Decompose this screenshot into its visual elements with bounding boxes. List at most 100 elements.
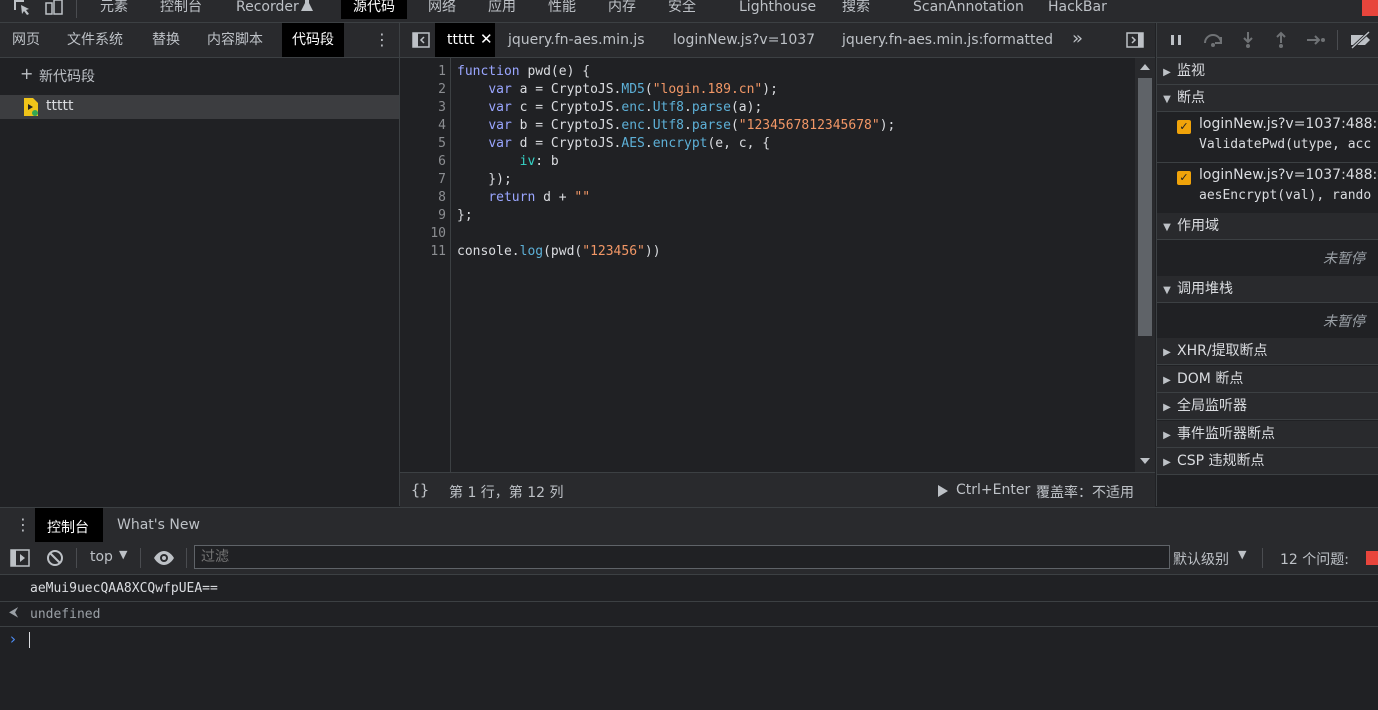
- console-result-row: ⮜ undefined: [0, 602, 1378, 627]
- deactivate-breakpoints-icon[interactable]: [1349, 30, 1373, 50]
- show-sidebar-icon[interactable]: [10, 549, 30, 567]
- editor-tab-jquery-aes-formatted[interactable]: jquery.fn-aes.min.js:formatted: [842, 23, 1053, 57]
- line-number: 1: [438, 64, 446, 79]
- console-result-text: undefined: [30, 607, 101, 622]
- tab-performance[interactable]: 性能: [548, 0, 576, 19]
- tab-application[interactable]: 应用: [488, 0, 516, 19]
- code-line-2: var a = CryptoJS.MD5("login.189.cn");: [488, 82, 778, 97]
- breakpoint-checkbox[interactable]: ✓: [1177, 120, 1191, 134]
- section-scope[interactable]: ▼ 作用域: [1157, 213, 1378, 240]
- tab-scan-annotation[interactable]: ScanAnnotation: [913, 0, 1024, 19]
- step-into-icon: [1241, 31, 1255, 49]
- toolbar-divider: [186, 548, 187, 568]
- snippet-item[interactable]: ttttt: [0, 95, 399, 119]
- section-call-stack[interactable]: ▼ 调用堆栈: [1157, 276, 1378, 303]
- console-log-row: aeMui9uecQAA8XCQwfpUEA==: [0, 575, 1378, 602]
- step-over-icon: [1202, 32, 1224, 48]
- drawer-tab-whats-new[interactable]: What's New: [117, 517, 200, 533]
- console-log-text: aeMui9uecQAA8XCQwfpUEA==: [30, 581, 218, 596]
- tab-lighthouse[interactable]: Lighthouse: [739, 0, 816, 19]
- section-watch[interactable]: ▶ 监视: [1157, 58, 1378, 85]
- toolbar-divider: [1262, 548, 1263, 568]
- snippet-name: ttttt: [46, 98, 74, 114]
- tab-filesystem[interactable]: 文件系统: [67, 23, 123, 57]
- issue-error-icon[interactable]: [1366, 551, 1378, 565]
- scrollbar-thumb[interactable]: [1138, 78, 1152, 336]
- toolbar-divider: [1337, 30, 1338, 50]
- run-snippet-icon[interactable]: [938, 485, 948, 497]
- pause-icon[interactable]: [1170, 34, 1182, 46]
- editor-tab-bar: ttttt ✕ jquery.fn-aes.min.js loginNew.js…: [400, 23, 1155, 58]
- error-badge-icon[interactable]: [1362, 0, 1378, 16]
- toggle-debugger-icon[interactable]: [1126, 32, 1144, 48]
- tab-hackbar[interactable]: HackBar: [1048, 0, 1107, 19]
- editor-tab-ttttt-label: ttttt: [447, 32, 475, 48]
- inspect-element-icon[interactable]: [12, 0, 32, 18]
- context-selector[interactable]: top: [90, 549, 113, 565]
- section-global-listeners[interactable]: ▶ 全局监听器: [1157, 393, 1378, 420]
- context-dropdown-icon[interactable]: ▼: [119, 548, 127, 561]
- console-output[interactable]: aeMui9uecQAA8XCQwfpUEA== ⮜ undefined ›: [0, 575, 1378, 710]
- line-number: 3: [438, 100, 446, 115]
- tab-network[interactable]: 网络: [428, 0, 456, 19]
- text-cursor: [29, 632, 30, 648]
- collapse-arrow-icon: ▼: [1163, 94, 1171, 105]
- device-toolbar-icon[interactable]: [44, 0, 64, 18]
- breakpoint-code: aesEncrypt(val), rando: [1199, 188, 1372, 203]
- debugger-toolbar: [1157, 23, 1378, 58]
- line-number-gutter: 1 2 3 4 5 6 7 8 9 10 11: [400, 58, 451, 472]
- toggle-navigator-icon[interactable]: [412, 32, 430, 48]
- tab-console[interactable]: 控制台: [160, 0, 202, 19]
- tab-content-scripts[interactable]: 内容脚本: [207, 23, 263, 57]
- editor-scrollbar[interactable]: [1135, 58, 1155, 472]
- tab-recorder[interactable]: Recorder: [236, 0, 299, 19]
- more-options-icon[interactable]: ⋮: [374, 32, 390, 48]
- scope-not-paused: 未暂停: [1323, 251, 1365, 267]
- run-snippet-button[interactable]: Ctrl+Enter: [956, 482, 1030, 498]
- scroll-up-icon[interactable]: [1140, 64, 1150, 70]
- collapse-arrow-icon: ▼: [1163, 285, 1171, 296]
- code-editor[interactable]: 1 2 3 4 5 6 7 8 9 10 11 function pwd(e) …: [400, 58, 1155, 472]
- console-filter-input[interactable]: [194, 545, 1170, 569]
- log-level-dropdown-icon[interactable]: ▼: [1238, 548, 1246, 561]
- editor-tab-loginnew[interactable]: loginNew.js?v=1037: [673, 23, 815, 57]
- log-level-selector[interactable]: 默认级别: [1173, 549, 1229, 569]
- tab-memory[interactable]: 内存: [608, 0, 636, 19]
- section-xhr-label: XHR/提取断点: [1177, 343, 1268, 359]
- editor-tab-jquery-aes[interactable]: jquery.fn-aes.min.js: [508, 23, 645, 57]
- console-toolbar: top ▼ 默认级别 ▼ 12 个问题:: [0, 542, 1378, 575]
- tab-security[interactable]: 安全: [668, 0, 696, 19]
- pretty-print-icon[interactable]: {}: [411, 481, 429, 499]
- tab-sources[interactable]: 源代码: [341, 0, 407, 19]
- breakpoint-item[interactable]: ✓ loginNew.js?v=1037:488:13 ValidatePwd(…: [1157, 112, 1378, 163]
- section-event-listener-breakpoints[interactable]: ▶ 事件监听器断点: [1157, 421, 1378, 448]
- tab-overrides[interactable]: 替换: [152, 23, 180, 57]
- scroll-down-icon[interactable]: [1140, 458, 1150, 464]
- tab-snippets[interactable]: 代码段: [282, 23, 344, 57]
- tab-page[interactable]: 网页: [12, 23, 40, 57]
- live-expression-eye-icon[interactable]: [153, 550, 175, 566]
- code-line-7: });: [457, 172, 512, 187]
- section-xhr-breakpoints[interactable]: ▶ XHR/提取断点: [1157, 338, 1378, 365]
- add-icon[interactable]: +: [20, 66, 33, 82]
- devtools-main-toolbar: 元素 控制台 Recorder 源代码 网络 应用 性能 内存 安全 Light…: [0, 0, 1378, 23]
- tab-elements[interactable]: 元素: [100, 0, 128, 19]
- debugger-sidebar: ▶ 监视 ▼ 断点 ✓ loginNew.js?v=1037:488:13 Vali…: [1156, 23, 1378, 506]
- new-snippet-button[interactable]: 新代码段: [39, 66, 95, 86]
- breakpoint-checkbox[interactable]: ✓: [1177, 171, 1191, 185]
- section-csp-breakpoints[interactable]: ▶ CSP 违规断点: [1157, 448, 1378, 475]
- editor-status-bar: {} 第 1 行，第 12 列 Ctrl+Enter 覆盖率：不适用: [400, 472, 1155, 507]
- section-dom-breakpoints[interactable]: ▶ DOM 断点: [1157, 366, 1378, 393]
- more-tabs-chevron-icon[interactable]: »: [1072, 28, 1083, 49]
- breakpoint-item[interactable]: ✓ loginNew.js?v=1037:488:49 aesEncrypt(v…: [1157, 163, 1378, 214]
- close-tab-icon[interactable]: ✕: [480, 30, 493, 48]
- drawer-menu-icon[interactable]: ⋮: [15, 517, 31, 533]
- line-number: 5: [438, 136, 446, 151]
- section-breakpoints[interactable]: ▼ 断点: [1157, 85, 1378, 112]
- clear-console-icon[interactable]: [46, 549, 64, 567]
- section-call-stack-label: 调用堆栈: [1177, 281, 1233, 297]
- issues-counter[interactable]: 12 个问题:: [1280, 549, 1349, 569]
- step-out-icon: [1274, 31, 1288, 49]
- tab-search[interactable]: 搜索: [842, 0, 870, 19]
- console-prompt[interactable]: ›: [0, 627, 1378, 657]
